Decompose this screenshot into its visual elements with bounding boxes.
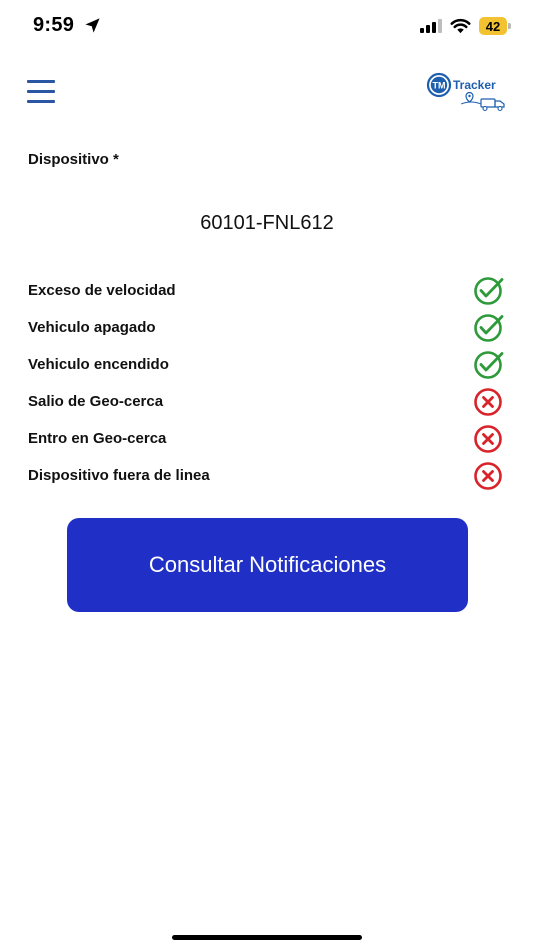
tm-tracker-logo: TM Tracker	[426, 72, 505, 112]
cellular-signal-icon	[420, 19, 442, 33]
notification-row: Exceso de velocidad	[0, 272, 534, 309]
x-circle-icon[interactable]	[471, 387, 505, 417]
x-circle-icon[interactable]	[471, 424, 505, 454]
check-circle-icon[interactable]	[471, 276, 505, 306]
notification-label: Salio de Geo-cerca	[28, 393, 164, 410]
notification-label: Vehiculo apagado	[28, 319, 156, 336]
device-selector[interactable]: 60101-FNL612	[0, 212, 534, 235]
location-arrow-icon	[85, 18, 100, 33]
wifi-icon	[450, 18, 471, 34]
battery-icon: 42	[479, 17, 511, 35]
logo-text: Tracker	[453, 78, 496, 92]
notification-row: Vehiculo apagado	[0, 309, 534, 346]
status-bar: 9:59 42	[0, 0, 534, 54]
notification-label: Entro en Geo-cerca	[28, 430, 167, 447]
notification-row: Dispositivo fuera de linea	[0, 457, 534, 494]
home-indicator[interactable]	[172, 935, 362, 940]
consult-notifications-button[interactable]: Consultar Notificaciones	[67, 518, 468, 612]
notification-row: Vehiculo encendido	[0, 346, 534, 383]
notification-row: Salio de Geo-cerca	[0, 383, 534, 420]
notification-row: Entro en Geo-cerca	[0, 420, 534, 457]
notification-label: Vehiculo encendido	[28, 356, 169, 373]
status-time: 9:59	[33, 14, 75, 36]
battery-tip	[508, 23, 511, 29]
notification-label: Exceso de velocidad	[28, 282, 176, 299]
notification-list: Exceso de velocidad Vehiculo apagado Veh…	[0, 272, 534, 494]
check-circle-icon[interactable]	[471, 350, 505, 380]
battery-level: 42	[479, 17, 507, 35]
hamburger-menu-icon[interactable]	[27, 78, 55, 104]
x-circle-icon[interactable]	[471, 461, 505, 491]
device-label: Dispositivo *	[28, 151, 119, 168]
logo-badge-text: TM	[433, 81, 446, 91]
notification-label: Dispositivo fuera de linea	[28, 467, 210, 484]
notifications-screen: 9:59 42 TM Tracker Dispositivo * 60101-F…	[0, 0, 534, 950]
check-circle-icon[interactable]	[471, 313, 505, 343]
